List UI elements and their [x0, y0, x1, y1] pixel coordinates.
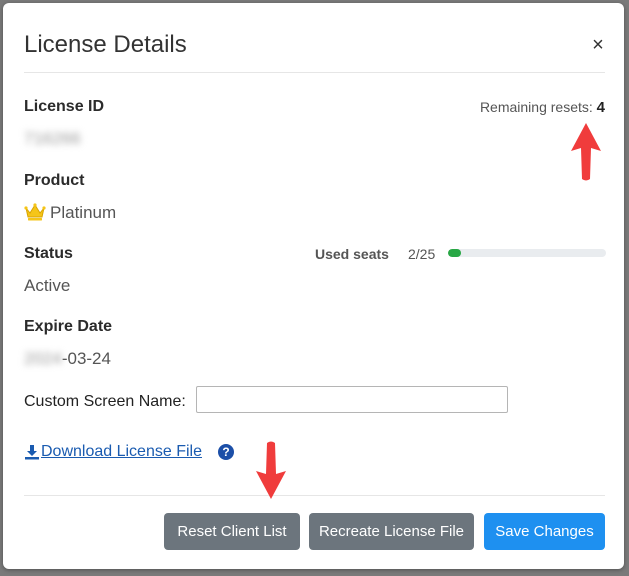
remaining-resets-label: Remaining resets: [479, 99, 593, 115]
remaining-resets: Remaining resets: 4 [480, 99, 605, 116]
download-license-link[interactable]: Download License File [24, 443, 202, 461]
status-value: Active [24, 276, 71, 295]
download-icon [25, 445, 39, 460]
crown-icon [24, 203, 46, 221]
reset-client-list-button[interactable]: Reset Client List [164, 513, 300, 550]
help-icon[interactable]: ? [218, 444, 234, 460]
custom-screen-name-label: Custom Screen Name: [24, 393, 186, 410]
status-label: Status [24, 245, 73, 262]
license-id-blurred: 716266 [24, 129, 81, 148]
annotation-arrow-down-icon [256, 441, 286, 499]
modal-title: License Details [24, 31, 187, 58]
footer-divider [24, 495, 605, 496]
product-label: Product [24, 172, 85, 189]
expire-date-value: 2024-03-24 [24, 349, 111, 369]
expire-year-blurred: 2024 [24, 349, 62, 368]
seats-progress-bar [448, 249, 606, 257]
seats-progress-fill [448, 249, 461, 257]
expire-date-suffix: -03-24 [61, 349, 111, 368]
license-id-value: 716266 [24, 129, 81, 149]
header-divider [24, 72, 605, 73]
used-seats-label: Used seats [315, 246, 389, 262]
expire-date-label: Expire Date [24, 318, 113, 335]
recreate-license-file-button[interactable]: Recreate License File [309, 513, 474, 550]
close-icon[interactable]: × [589, 35, 607, 55]
license-details-modal: License Details × License ID 716266 Rema… [3, 3, 624, 569]
remaining-resets-count: 4 [596, 99, 605, 116]
used-seats-count: 2/25 [408, 246, 436, 262]
product-value: Platinum [24, 203, 116, 223]
product-name: Platinum [50, 203, 117, 222]
license-id-label: License ID [24, 98, 105, 115]
annotation-arrow-up-icon [571, 123, 601, 181]
custom-screen-name-input[interactable] [196, 386, 508, 413]
download-license-label: Download License File [41, 443, 202, 460]
save-changes-button[interactable]: Save Changes [484, 513, 605, 550]
